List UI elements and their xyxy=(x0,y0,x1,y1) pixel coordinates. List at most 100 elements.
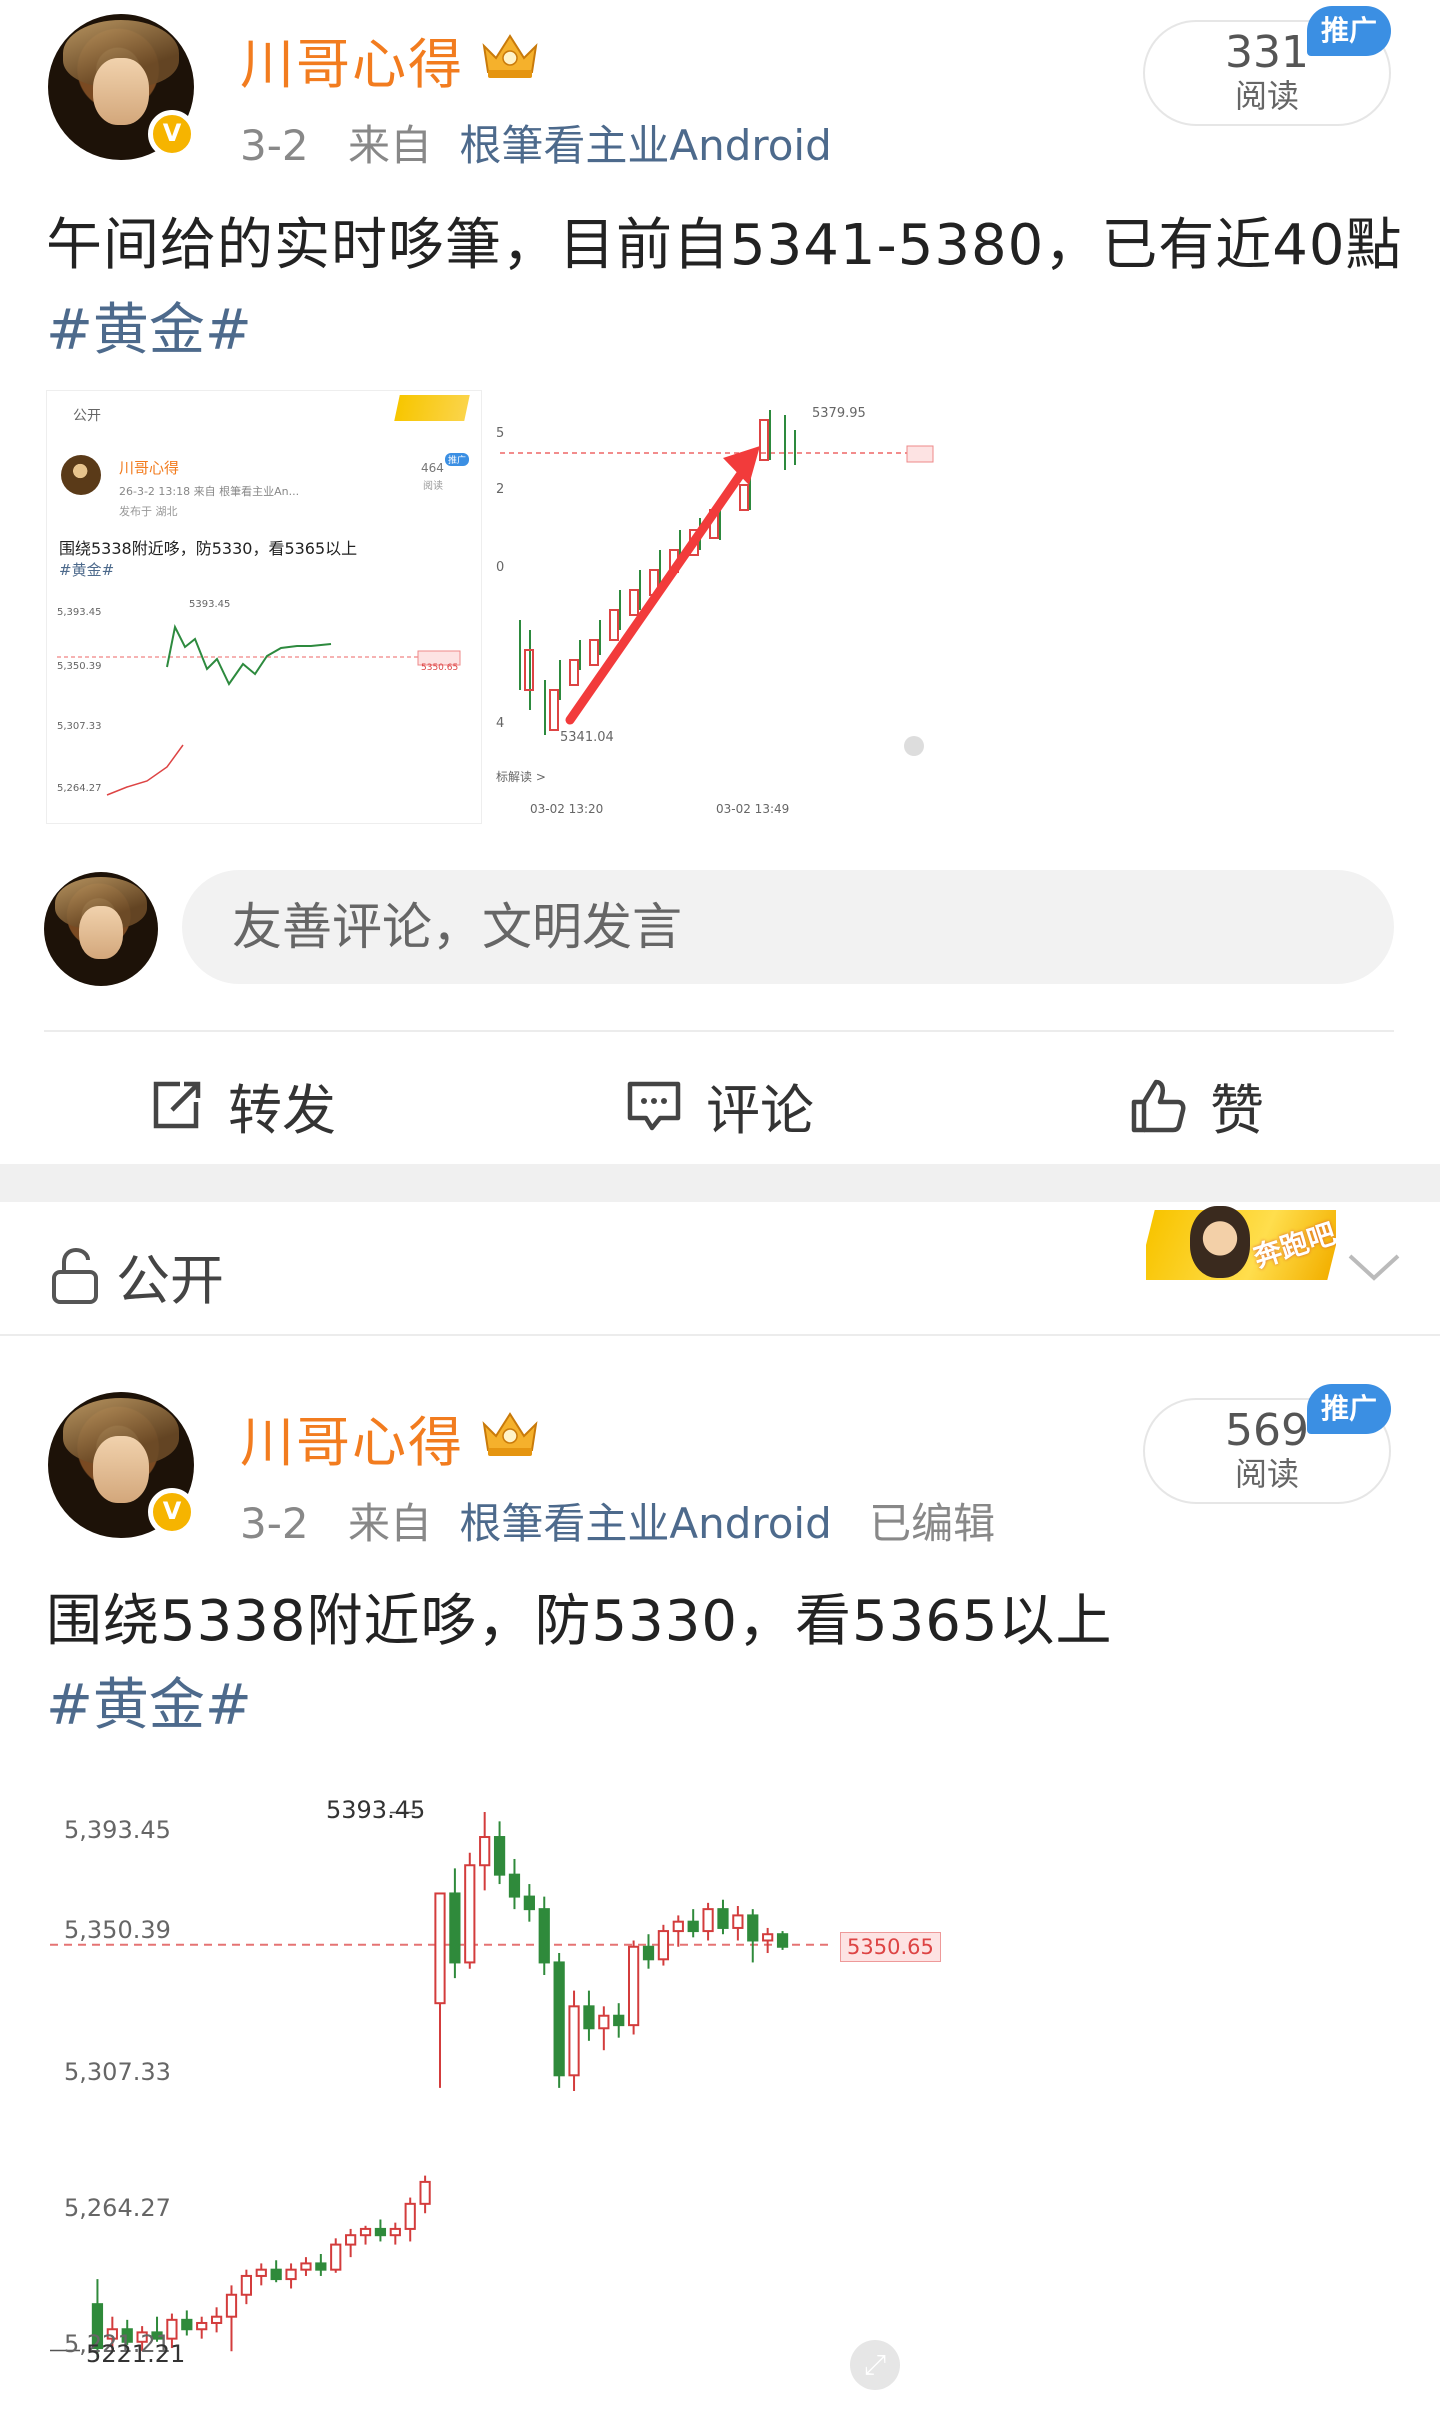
verified-badge-icon: V xyxy=(148,110,196,158)
zoomed-x-label-2: 03-02 13:49 xyxy=(716,802,790,816)
y-tick-label: 5,350.39 xyxy=(64,1916,171,1944)
hashtag-link[interactable]: #黄金# xyxy=(46,285,252,366)
candle xyxy=(464,1852,476,1969)
candle xyxy=(210,2307,223,2333)
candle xyxy=(345,2228,357,2258)
peak-label: 5393.45 xyxy=(326,1796,426,1824)
zoomed-x-label-1: 03-02 13:20 xyxy=(530,802,604,816)
zoomed-y-tick-3: 0 xyxy=(496,560,505,575)
candle xyxy=(702,1902,714,1941)
candle xyxy=(642,1934,655,1969)
edited-label: 已编辑 xyxy=(869,1499,996,1548)
candle xyxy=(196,2316,208,2339)
image-thumbnail-1[interactable]: 公开 川哥心得 26-3-2 13:18 来自 根筆看主业An... 发布于 湖… xyxy=(46,390,482,824)
like-label: 赞 xyxy=(1210,1079,1264,1142)
candle xyxy=(240,2269,253,2305)
zoomed-y-tick-1: 5 xyxy=(496,426,505,441)
y-tick-label: 5,393.45 xyxy=(64,1816,171,1844)
candle xyxy=(330,2238,342,2273)
zoomed-low-label: 5341.04 xyxy=(560,730,614,745)
embedded-y-label-3: 5,307.33 xyxy=(57,721,102,732)
candle xyxy=(389,2222,401,2245)
read-label: 阅读 xyxy=(1234,77,1299,115)
promo-badge: 推广 xyxy=(1307,1384,1391,1434)
candle xyxy=(568,1990,580,2091)
candle xyxy=(523,1884,535,1922)
post-source[interactable]: 根筆看主业Android xyxy=(459,121,831,170)
candle xyxy=(449,1868,461,1979)
candle xyxy=(359,2225,372,2245)
candle xyxy=(225,2285,238,2352)
visibility-toggle[interactable]: 公开 xyxy=(48,1236,224,1315)
repost-label: 转发 xyxy=(228,1079,336,1142)
candle xyxy=(508,1858,521,1910)
divider xyxy=(0,1334,1440,1336)
promo-banner[interactable]: 奔跑吧 xyxy=(1146,1200,1336,1290)
candle xyxy=(613,2003,625,2038)
promo-badge: 推广 xyxy=(1307,6,1391,56)
embedded-meta: 26-3-2 13:18 来自 根筆看主业An... xyxy=(119,485,300,498)
zoomed-chart xyxy=(500,410,934,756)
embedded-peak-label: 5393.45 xyxy=(189,599,231,610)
from-prefix: 来自 xyxy=(347,121,432,170)
repost-button[interactable]: 转发 xyxy=(146,1066,336,1145)
from-prefix: 来自 xyxy=(347,1499,432,1548)
comment-label: 评论 xyxy=(706,1079,814,1142)
candle xyxy=(732,1906,744,1941)
candle xyxy=(672,1915,684,1947)
hashtag-link[interactable]: #黄金# xyxy=(46,1660,252,1741)
visibility-label: 公开 xyxy=(116,1249,224,1312)
candle xyxy=(270,2260,282,2283)
comment-input[interactable]: 友善评论，文明发言 xyxy=(182,870,1394,984)
candle xyxy=(479,1811,491,1891)
expand-icon[interactable]: ⤢ xyxy=(850,2340,900,2390)
candle xyxy=(553,1953,565,2088)
embedded-mini-chart xyxy=(57,623,461,796)
candle xyxy=(300,2257,312,2276)
embedded-text: 围绕5338附近哆，防5330，看5365以上 xyxy=(59,539,358,558)
candle xyxy=(255,2263,267,2286)
zoomed-link-label: 标解读 > xyxy=(496,770,546,784)
embedded-read-count: 464 xyxy=(421,461,444,475)
candle xyxy=(717,1899,729,1935)
post-date: 3-2 xyxy=(240,121,309,170)
section-gap xyxy=(0,1164,1440,1202)
embedded-banner xyxy=(394,395,470,421)
zoomed-peak-label: 5379.95 xyxy=(812,406,866,421)
embedded-price-tag: 5350.65 xyxy=(421,663,459,673)
post-chart-image[interactable]: 5,393.45 5,350.39 5,307.33 5,264.27 5,22… xyxy=(50,1760,941,2400)
candle xyxy=(776,1931,789,1950)
candle xyxy=(493,1821,506,1885)
author-name[interactable]: 川哥心得 xyxy=(240,1398,464,1477)
crown-icon xyxy=(482,1412,538,1456)
candle xyxy=(419,2175,431,2214)
candlestick-chart xyxy=(50,1811,830,2358)
embedded-y-label-4: 5,264.27 xyxy=(57,783,102,794)
embedded-location: 发布于 湖北 xyxy=(119,505,178,518)
image-thumbnail-2[interactable]: 5379.95 5341.04 5 2 0 4 标解读 > 03-02 13:2… xyxy=(490,390,940,824)
banner-person xyxy=(1190,1206,1250,1278)
read-label: 阅读 xyxy=(1234,1455,1299,1493)
current-price-tag: 5350.65 xyxy=(840,1932,941,1962)
like-button[interactable]: 赞 xyxy=(1128,1066,1264,1145)
comment-button[interactable]: 评论 xyxy=(624,1066,814,1145)
candle xyxy=(404,2197,416,2242)
low-label: 5221.21 xyxy=(86,2340,186,2368)
post-meta: 3-2 来自 根筆看主业Android xyxy=(240,112,832,173)
chevron-down-icon[interactable] xyxy=(1346,1250,1402,1286)
divider xyxy=(44,1030,1394,1032)
crown-icon xyxy=(482,34,538,78)
candle xyxy=(747,1909,759,1963)
post-source[interactable]: 根筆看主业Android xyxy=(459,1499,831,1548)
zoomed-y-tick-4: 4 xyxy=(496,716,505,731)
unlock-icon xyxy=(52,1247,98,1304)
verified-badge-icon: V xyxy=(148,1488,196,1536)
candle xyxy=(315,2254,327,2276)
my-avatar[interactable] xyxy=(44,872,158,986)
author-name[interactable]: 川哥心得 xyxy=(240,20,464,99)
candle xyxy=(181,2310,193,2336)
candle xyxy=(762,1927,774,1954)
post-text: 围绕5338附近哆，防5330，看5365以上 xyxy=(46,1589,1113,1654)
candle xyxy=(657,1924,670,1966)
post-date: 3-2 xyxy=(240,1499,309,1548)
